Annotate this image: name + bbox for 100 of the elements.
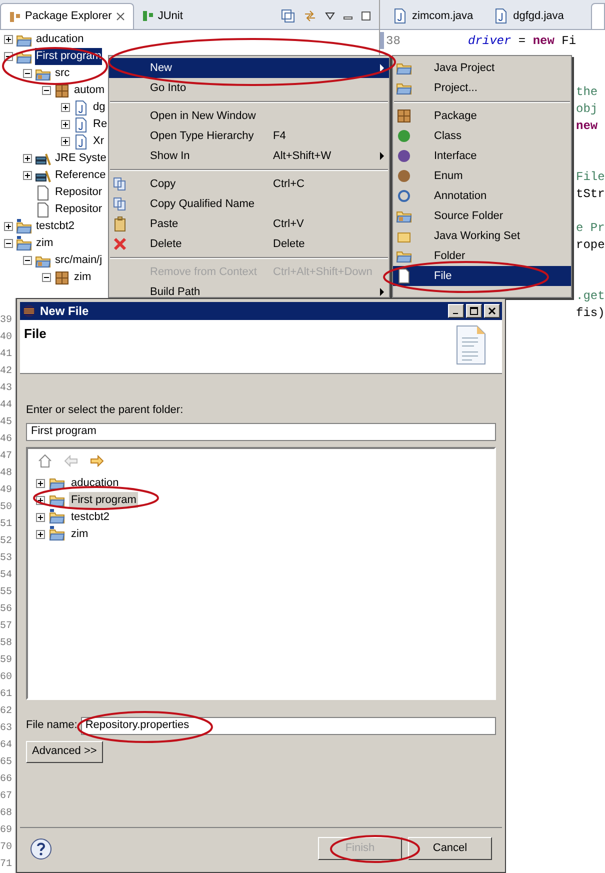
editor-tab[interactable]: dgfgd.java — [485, 3, 572, 29]
menu-item[interactable]: File — [393, 266, 571, 286]
tree-item[interactable]: JRE Syste — [54, 150, 108, 167]
menu-item[interactable]: Build Path — [109, 282, 389, 297]
folder-icon — [16, 218, 32, 234]
forward-icon[interactable] — [90, 454, 104, 466]
menu-item[interactable]: Paste Ctrl+V — [109, 214, 389, 234]
expand-icon[interactable] — [61, 137, 70, 146]
menu-item[interactable]: Class — [393, 126, 571, 146]
menu-item[interactable]: New — [109, 58, 389, 78]
tree-item[interactable]: aducation — [35, 31, 85, 48]
tree-item[interactable]: autom — [73, 82, 106, 99]
collapse-icon[interactable] — [23, 256, 32, 265]
maximize-button[interactable] — [466, 304, 482, 318]
line-number: 62 — [0, 705, 14, 719]
expand-icon[interactable] — [61, 103, 70, 112]
menu-item[interactable]: Interface — [393, 146, 571, 166]
expand-icon[interactable] — [36, 512, 45, 522]
menu-item[interactable]: Go Into — [109, 78, 389, 98]
collapse-icon[interactable] — [23, 69, 32, 78]
clipboard-icon — [112, 216, 128, 232]
menu-item[interactable]: Java Project — [393, 58, 571, 78]
advanced-button[interactable]: Advanced >> — [26, 740, 103, 762]
tree-item[interactable]: Repositor — [54, 201, 104, 218]
menu-item[interactable]: Open in New Window — [109, 106, 389, 126]
code-text: File — [576, 168, 605, 186]
collapse-all-icon[interactable] — [281, 9, 295, 23]
dropdown-icon[interactable] — [325, 12, 335, 20]
tree-item[interactable]: testcbt2 — [35, 218, 76, 235]
java-file-icon — [73, 100, 89, 116]
file-name-field[interactable]: Repository.properties — [81, 716, 496, 734]
line-number: 59 — [0, 654, 14, 668]
expand-icon[interactable] — [4, 222, 13, 231]
tree-item[interactable]: zim — [69, 526, 90, 542]
tree-item[interactable]: First program — [69, 492, 138, 508]
collapse-icon[interactable] — [4, 239, 13, 248]
menu-item[interactable]: Enum — [393, 166, 571, 186]
file-icon — [35, 184, 51, 200]
tree-item[interactable]: aducation — [69, 474, 121, 492]
tree-item[interactable]: Re — [92, 116, 108, 133]
line-number: 44 — [0, 399, 14, 413]
folder-field[interactable]: First program — [26, 422, 496, 440]
menu-item[interactable]: Java Working Set — [393, 226, 571, 246]
expand-icon[interactable] — [4, 35, 13, 44]
tree-item[interactable]: dg — [92, 99, 106, 116]
link-icon[interactable] — [303, 9, 317, 23]
package-icon — [54, 270, 70, 286]
close-icon[interactable] — [116, 12, 125, 21]
code-text: e Pr — [576, 220, 605, 236]
menu-item[interactable]: Delete Delete — [109, 234, 389, 254]
help-icon[interactable] — [30, 838, 52, 860]
close-button[interactable] — [484, 304, 500, 318]
line-number: 68 — [0, 807, 14, 821]
menu-item[interactable]: Show In Alt+Shift+W — [109, 146, 389, 166]
line-number: 58 — [0, 637, 14, 651]
tree-item[interactable]: Repositor — [54, 184, 104, 201]
line-number: 69 — [0, 824, 14, 838]
line-number: 41 — [0, 348, 14, 362]
menu-item[interactable]: Annotation — [393, 186, 571, 206]
tree-item[interactable]: zim — [35, 235, 54, 252]
tree-item[interactable]: Reference — [54, 167, 107, 184]
maximize-icon[interactable] — [361, 11, 371, 21]
close-icon — [488, 307, 496, 315]
menu-item[interactable]: Source Folder — [393, 206, 571, 226]
expand-icon[interactable] — [23, 171, 32, 180]
tree-item[interactable]: Xr — [92, 133, 105, 150]
line-number: 42 — [0, 365, 14, 379]
expand-icon[interactable] — [61, 120, 70, 129]
view-tab[interactable]: Package Explorer — [0, 3, 134, 29]
editor-tab[interactable]: zimcom.java — [384, 3, 482, 29]
menu-item[interactable]: Package — [393, 106, 571, 126]
code-text: tStr — [576, 186, 605, 202]
menu-item[interactable]: Folder — [393, 246, 571, 266]
view-tab[interactable]: JUnit — [134, 3, 191, 29]
expand-icon[interactable] — [36, 530, 45, 538]
field-label: File name: — [26, 718, 78, 734]
collapse-icon[interactable] — [42, 86, 51, 95]
minimize-button[interactable] — [448, 304, 464, 318]
menu-item[interactable]: Copy Ctrl+C — [109, 174, 389, 194]
expand-icon[interactable] — [36, 478, 45, 488]
java-file-icon — [73, 116, 89, 132]
line-number: 55 — [0, 586, 14, 600]
app-icon — [22, 304, 36, 318]
tree-item[interactable]: src — [54, 65, 71, 82]
tree-item[interactable]: zim — [73, 269, 92, 286]
menu-item[interactable]: Open Type Hierarchy F4 — [109, 126, 389, 146]
line-number: 67 — [0, 790, 14, 804]
menu-item[interactable]: Project... — [393, 78, 571, 98]
dialog-button[interactable]: Cancel — [408, 837, 492, 860]
java-file-icon — [392, 8, 408, 24]
collapse-icon[interactable] — [42, 273, 51, 282]
line-number: 40 — [0, 331, 14, 345]
window-title: New File — [40, 303, 89, 320]
menu-item[interactable]: Copy Qualified Name — [109, 194, 389, 214]
tree-item[interactable]: src/main/j — [54, 252, 104, 269]
field-label: Enter or select the parent folder: — [26, 403, 184, 418]
file-icon — [396, 268, 412, 284]
expand-icon[interactable] — [23, 154, 32, 163]
tree-item[interactable]: testcbt2 — [69, 508, 112, 526]
home-icon[interactable] — [38, 454, 52, 468]
